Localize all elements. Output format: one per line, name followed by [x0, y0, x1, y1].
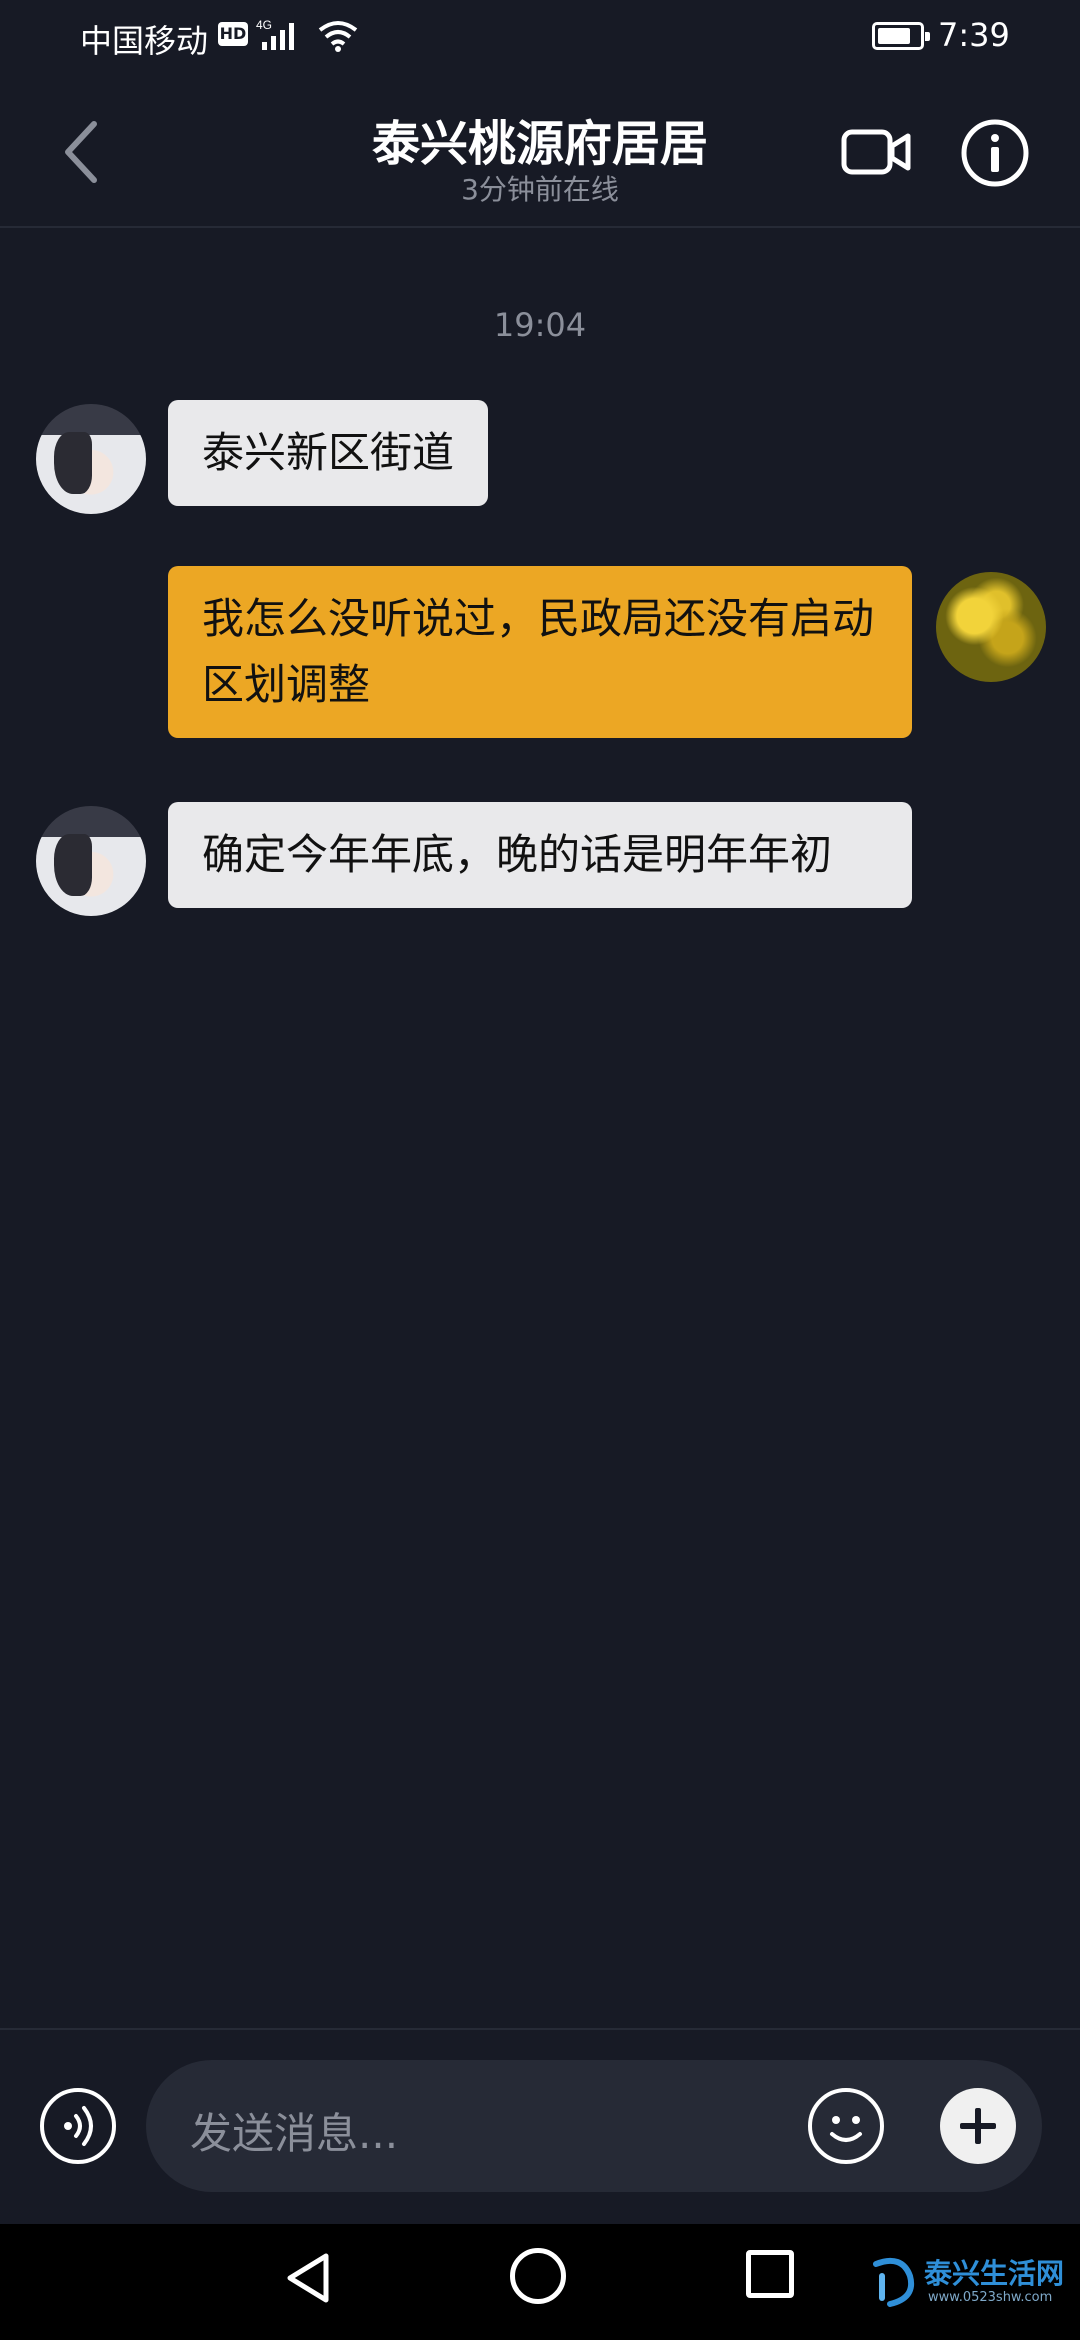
info-button[interactable] — [960, 118, 1030, 188]
message-bubble-incoming[interactable]: 确定今年年底，晚的话是明年年初 — [168, 802, 912, 908]
signal-icon: 4G — [256, 18, 312, 56]
message-timestamp: 19:04 — [493, 306, 587, 344]
back-triangle-icon — [287, 2253, 329, 2303]
message-bubble-outgoing[interactable]: 我怎么没听说过，民政局还没有启动区划调整 — [168, 566, 912, 738]
site-watermark: 泰兴生活网 www.0523shw.com — [868, 2246, 1068, 2322]
home-circle-icon[interactable] — [510, 2248, 566, 2304]
voice-icon — [64, 2106, 93, 2146]
message-input-placeholder: 发送消息... — [190, 2109, 399, 2158]
status-bar: 中国移动 HD 4G 7:39 — [0, 0, 1080, 76]
hd-badge: HD — [218, 22, 248, 46]
emoji-button[interactable] — [808, 2088, 884, 2164]
contact-avatar[interactable] — [36, 404, 146, 514]
chat-header: 泰兴桃源府居居 3分钟前在线 — [0, 76, 1080, 228]
emoji-icon — [830, 2116, 862, 2142]
voice-button[interactable] — [40, 2088, 116, 2164]
plus-icon — [960, 2108, 996, 2144]
video-call-button[interactable] — [840, 122, 912, 182]
recent-square-icon[interactable] — [746, 2250, 794, 2298]
system-nav-bar: 泰兴生活网 www.0523shw.com — [0, 2224, 1080, 2340]
message-input[interactable]: 发送消息... — [146, 2060, 1042, 2192]
more-button[interactable] — [940, 2088, 1016, 2164]
status-time: 7:39 — [938, 16, 1010, 54]
contact-avatar[interactable] — [36, 806, 146, 916]
carrier-name: 中国移动 — [80, 22, 209, 60]
online-status: 3分钟前在线 — [461, 173, 619, 206]
watermark-logo-icon — [873, 2258, 914, 2307]
nav-back-button[interactable] — [282, 2250, 334, 2310]
message-bubble-incoming[interactable]: 泰兴新区街道 — [168, 400, 489, 506]
watermark-url: www.0523shw.com — [928, 2290, 1053, 2305]
wifi-icon — [318, 18, 358, 56]
user-avatar[interactable] — [936, 572, 1046, 682]
info-icon — [961, 119, 1029, 187]
battery-icon — [872, 22, 930, 50]
chat-screen: 中国移动 HD 4G 7:39 泰兴桃源府居居 3分钟前在线 19:04 泰兴新… — [0, 0, 1080, 2340]
video-call-icon — [841, 129, 911, 175]
chat-title: 泰兴桃源府居居 — [371, 116, 708, 172]
network-type: 4G — [256, 18, 272, 32]
input-bar: 发送消息... — [0, 2028, 1080, 2224]
watermark-name: 泰兴生活网 — [924, 2257, 1065, 2290]
